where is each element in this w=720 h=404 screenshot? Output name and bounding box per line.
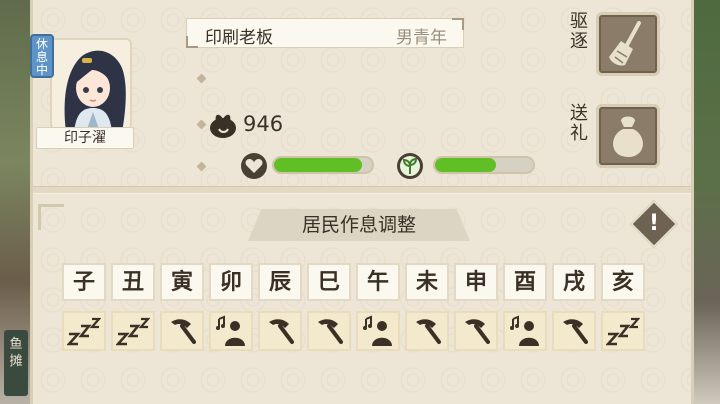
sleep-icon [606, 317, 640, 346]
hammer-icon [318, 319, 343, 344]
hour-wei: 未 [405, 263, 449, 301]
hour-si: 巳 [307, 263, 351, 301]
hour-zi: 子 [62, 263, 106, 301]
hammer-icon [416, 319, 441, 344]
growth-bar [433, 156, 535, 174]
resident-type: 男青年 [396, 28, 447, 48]
hammer-icon [465, 319, 490, 344]
slot-work[interactable] [552, 311, 596, 351]
slot-sleep[interactable] [601, 311, 645, 351]
hammer-icon [171, 319, 196, 344]
portrait-image [52, 40, 130, 128]
sprout-icon [397, 153, 423, 179]
gift-label: 送礼 [570, 103, 588, 144]
evict-button[interactable] [596, 12, 660, 76]
occupation-title: 印刷老板 [205, 28, 273, 48]
hour-yin: 寅 [160, 263, 204, 301]
growth-bar-fill [435, 158, 496, 172]
fish-stall-sign: 鱼 摊 [4, 330, 28, 396]
slot-leisure[interactable] [209, 311, 253, 351]
background-right [692, 0, 720, 404]
occupation-box: 印刷老板 男青年 [186, 18, 464, 48]
hour-you: 酉 [503, 263, 547, 301]
exclamation-icon: ! [648, 211, 660, 236]
slot-leisure[interactable] [503, 311, 547, 351]
coin-bag-icon [210, 114, 236, 138]
resident-name: 印子濯 [36, 127, 134, 149]
slot-sleep[interactable] [62, 311, 106, 351]
section-corner [38, 204, 64, 230]
avatar[interactable] [50, 38, 132, 130]
music-person-icon [363, 315, 392, 346]
background-left: 鱼 摊 [0, 0, 34, 404]
slot-leisure[interactable] [356, 311, 400, 351]
slot-work[interactable] [160, 311, 204, 351]
sleep-icon [116, 317, 150, 346]
hammer-icon [563, 319, 588, 344]
slot-work[interactable] [258, 311, 302, 351]
hour-chou: 丑 [111, 263, 155, 301]
slot-sleep[interactable] [111, 311, 155, 351]
gift-button[interactable] [596, 104, 660, 168]
music-person-icon [216, 315, 245, 346]
sleep-icon [67, 317, 101, 346]
hammer-icon [269, 319, 294, 344]
slot-work[interactable] [405, 311, 449, 351]
gift-bag-icon [613, 116, 643, 157]
hour-mao: 卯 [209, 263, 253, 301]
hour-shen: 申 [454, 263, 498, 301]
hour-wu: 午 [356, 263, 400, 301]
section-divider [33, 186, 691, 194]
music-person-icon [510, 315, 539, 346]
coin-count: 946 [243, 112, 284, 136]
heart-icon [241, 153, 267, 179]
evict-label: 驱逐 [570, 11, 588, 52]
happiness-bar [272, 156, 374, 174]
schedule-title: 居民作息调整 [248, 209, 470, 241]
slot-work[interactable] [307, 311, 351, 351]
hour-chen: 辰 [258, 263, 302, 301]
hour-xu: 戌 [552, 263, 596, 301]
hour-hai: 亥 [601, 263, 645, 301]
broom-icon [609, 21, 641, 66]
slot-work[interactable] [454, 311, 498, 351]
status-badge: 休息中 [30, 34, 54, 78]
schedule-grid: 子 丑 寅 卯 辰 巳 午 未 申 酉 戌 亥 [62, 263, 645, 351]
happiness-bar-fill [274, 158, 363, 172]
